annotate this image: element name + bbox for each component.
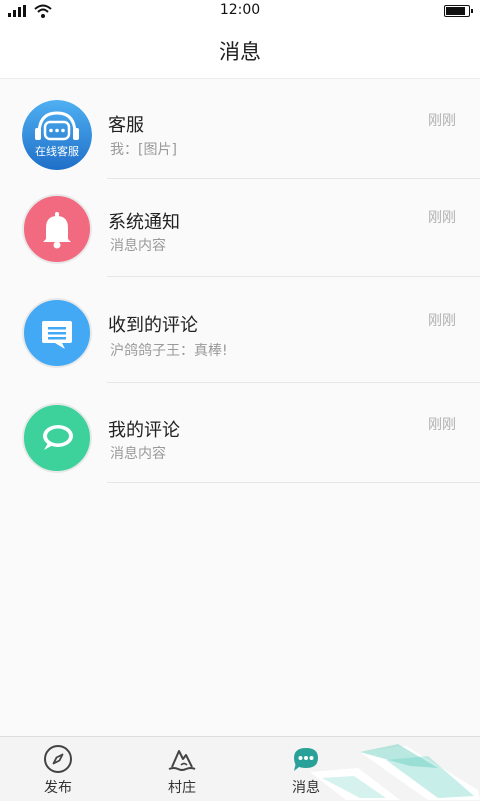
message-title: 我的评论 xyxy=(108,420,180,441)
message-title: 客服 xyxy=(108,115,144,136)
message-preview: 消息内容 xyxy=(110,446,166,462)
message-time: 刚刚 xyxy=(428,210,456,226)
battery-icon xyxy=(444,5,473,17)
tab-label: 村庄 xyxy=(168,780,196,796)
status-time: 12:00 xyxy=(219,2,261,18)
bell-avatar xyxy=(22,194,92,264)
message-item-customer-service[interactable]: 在线客服 客服 我：[图片] 刚刚 xyxy=(0,79,480,179)
comment-icon xyxy=(22,298,92,368)
tab-label: 发布 xyxy=(44,780,72,796)
message-item-received-comments[interactable]: 收到的评论 沪鸽鸽子王：真棒! 刚刚 xyxy=(0,277,480,383)
message-list: 在线客服 客服 我：[图片] 刚刚 系统通知 消息内容 刚刚 收到的评论 沪鸽鸽… xyxy=(0,79,480,483)
message-preview: 消息内容 xyxy=(110,238,166,254)
watermark-graphic xyxy=(310,744,480,800)
message-preview: 沪鸽鸽子王：真棒! xyxy=(110,343,228,359)
chat-avatar xyxy=(22,403,92,473)
bell-icon xyxy=(22,194,92,264)
message-preview: 我：[图片] xyxy=(110,142,177,158)
customer-service-avatar: 在线客服 xyxy=(22,100,92,170)
message-title: 收到的评论 xyxy=(108,315,198,336)
message-item-my-comments[interactable]: 我的评论 消息内容 刚刚 xyxy=(0,383,480,483)
comment-avatar xyxy=(22,298,92,368)
avatar-caption: 在线客服 xyxy=(35,145,79,158)
chat-bubble-icon xyxy=(22,403,92,473)
message-title: 系统通知 xyxy=(108,212,180,233)
message-item-system-notice[interactable]: 系统通知 消息内容 刚刚 xyxy=(0,179,480,277)
compass-icon xyxy=(44,745,72,773)
nav-bar: 消息 xyxy=(0,22,480,79)
message-time: 刚刚 xyxy=(428,113,456,129)
headset-chat-icon xyxy=(22,100,92,170)
divider xyxy=(107,482,480,483)
page-title: 消息 xyxy=(219,40,261,64)
mountain-icon xyxy=(168,750,196,771)
message-time: 刚刚 xyxy=(428,313,456,329)
status-bar: 12:00 xyxy=(0,0,480,22)
tab-publish[interactable]: 发布 xyxy=(8,737,108,801)
tab-village[interactable]: 村庄 xyxy=(132,737,232,801)
message-time: 刚刚 xyxy=(428,417,456,433)
